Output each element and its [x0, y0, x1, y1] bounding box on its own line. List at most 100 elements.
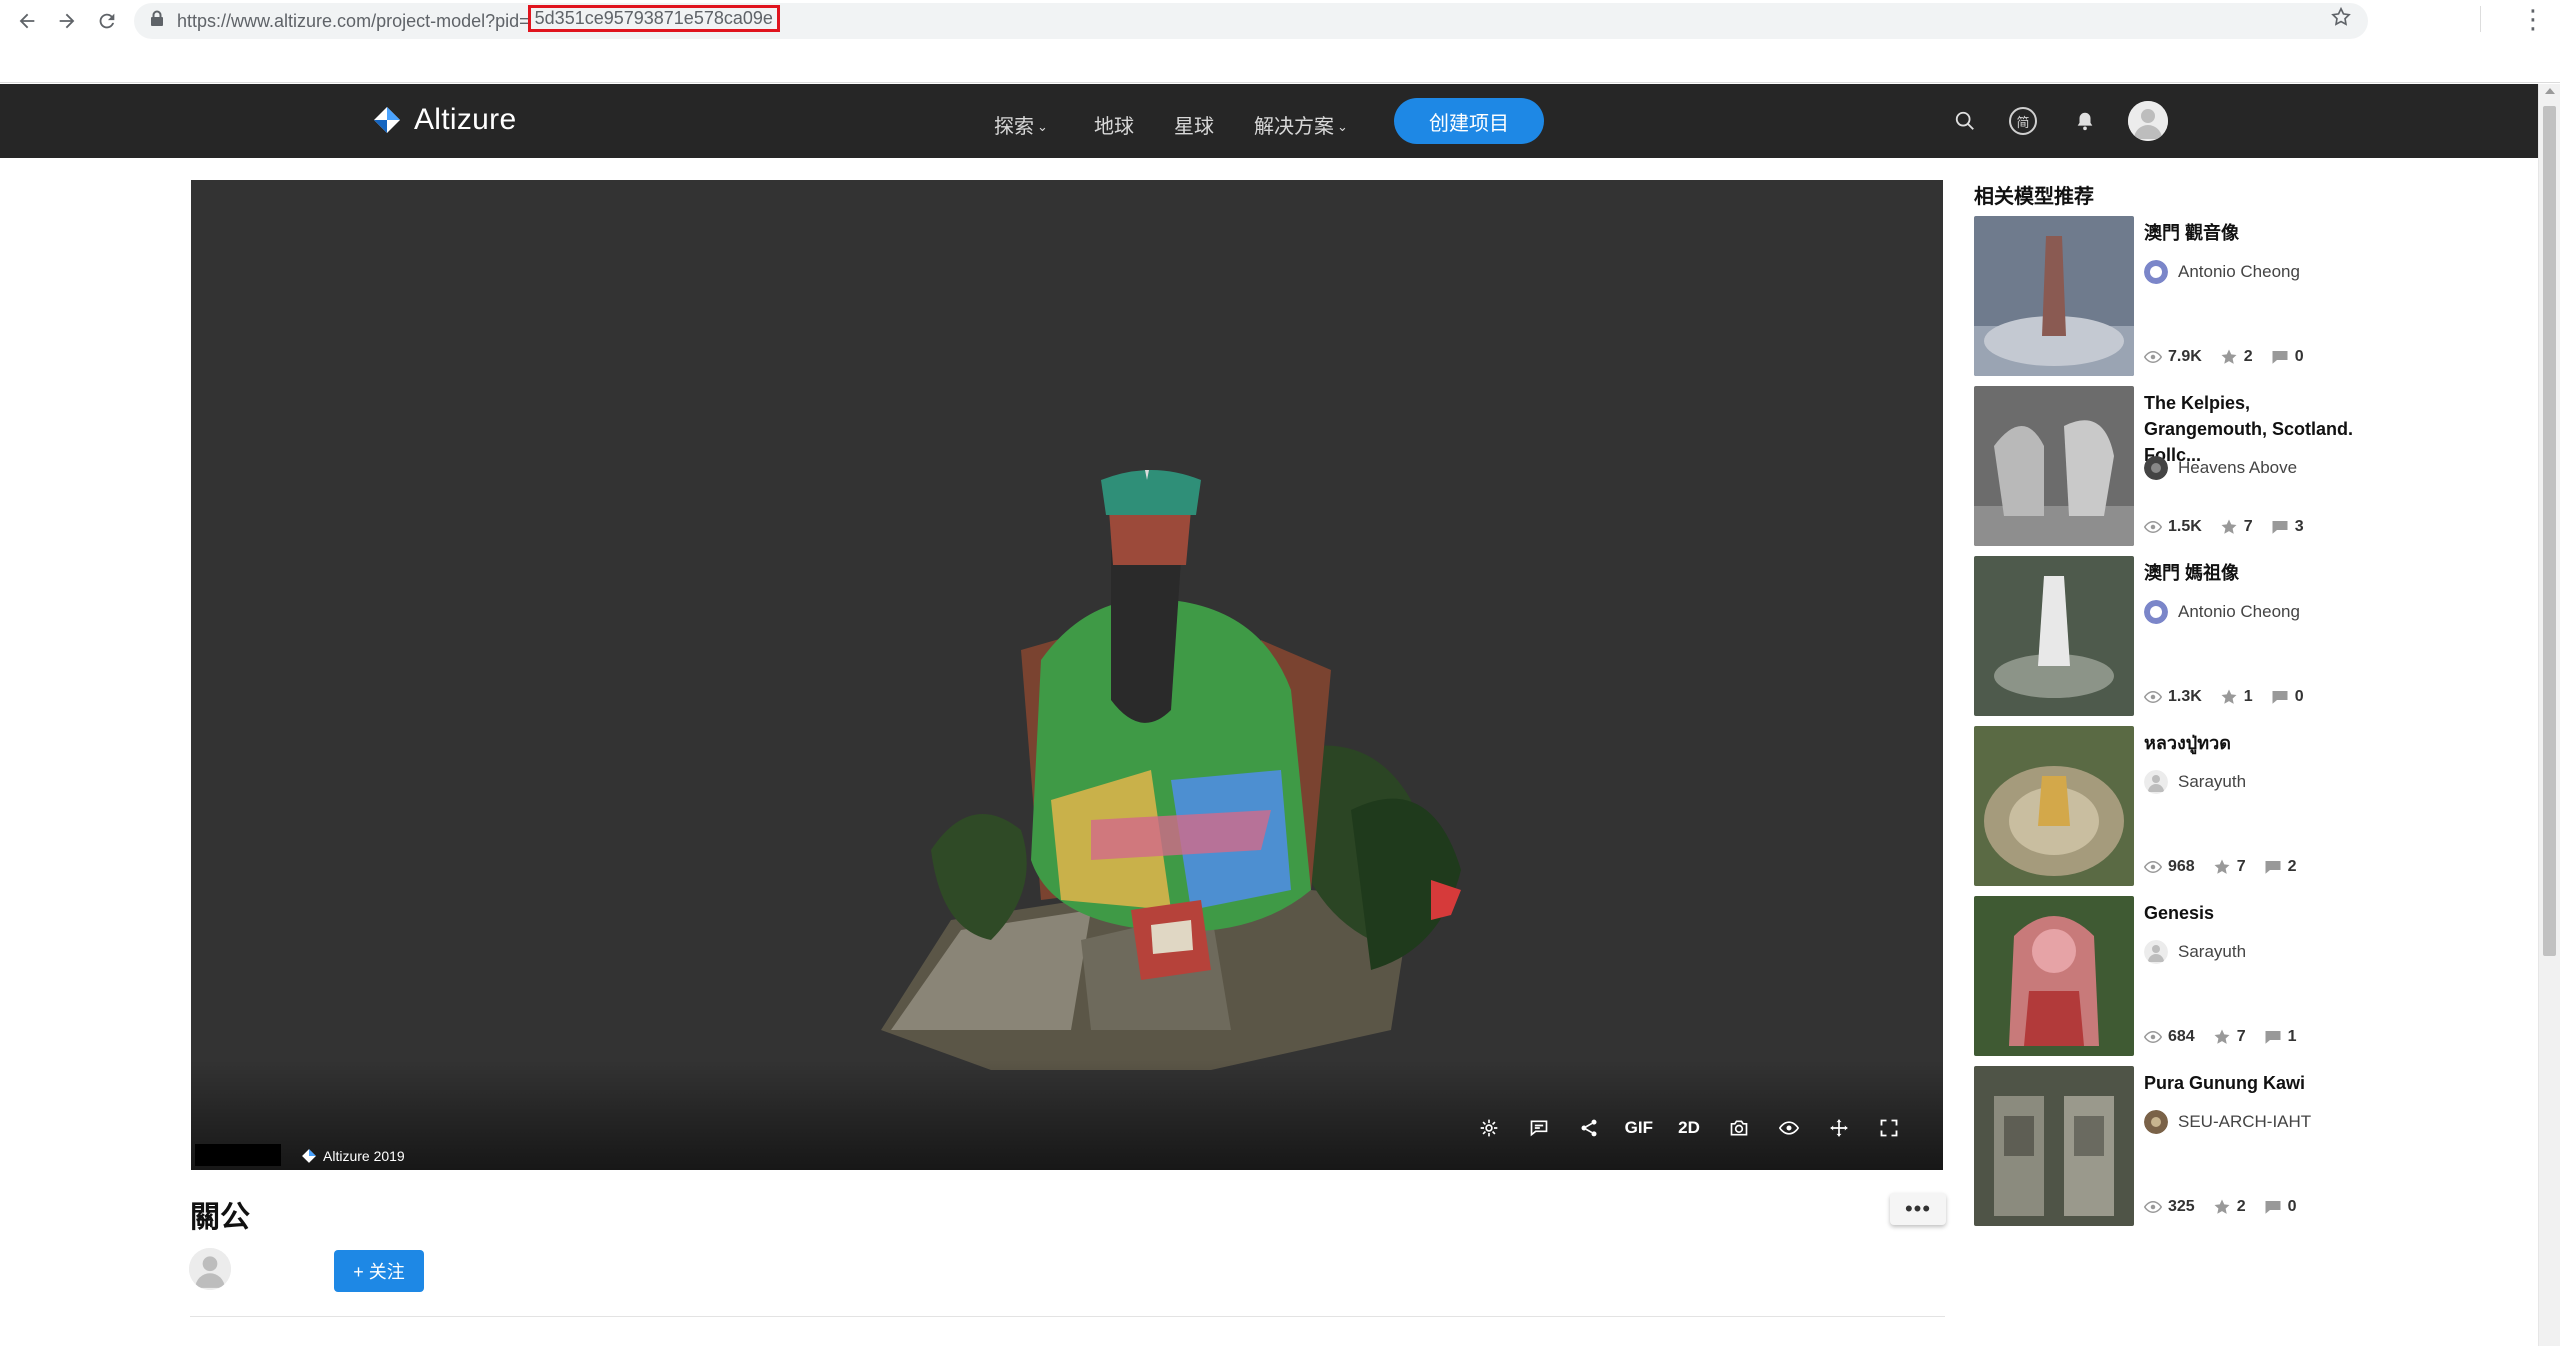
fullscreen-icon[interactable] — [1875, 1114, 1903, 1142]
stars-stat: 7 — [2213, 1028, 2246, 1046]
user-avatar-header[interactable] — [2128, 101, 2168, 141]
stars-stat: 2 — [2213, 1198, 2246, 1216]
nav-earth[interactable]: 地球 — [1094, 110, 1134, 139]
language-switch[interactable]: 简 — [2008, 106, 2038, 136]
nav-solutions-label: 解决方案 — [1254, 116, 1334, 138]
settings-gear-icon[interactable] — [1475, 1114, 1503, 1142]
related-model-author[interactable]: Heavens Above — [2144, 456, 2297, 480]
altizure-logo[interactable]: Altizure — [372, 103, 516, 137]
model-thumbnail — [1974, 386, 2134, 546]
comment-icon — [2272, 521, 2288, 534]
create-project-button[interactable]: 创建项目 — [1394, 98, 1544, 144]
related-model-title[interactable]: 澳門 媽祖像 — [2144, 560, 2354, 586]
search-icon[interactable] — [1950, 106, 1980, 136]
views-count: 968 — [2168, 858, 2195, 875]
related-model-card[interactable]: The Kelpies, Grangemouth, Scotland. Foll… — [1974, 386, 2354, 546]
brand-name: Altizure — [414, 103, 517, 136]
camera-icon[interactable] — [1725, 1114, 1753, 1142]
follow-button[interactable]: + 关注 — [334, 1250, 424, 1292]
eye-icon[interactable] — [1775, 1114, 1803, 1142]
eye-icon — [2144, 691, 2162, 703]
comment-icon[interactable] — [1525, 1114, 1553, 1142]
related-model-author[interactable]: SEU-ARCH-IAHT — [2144, 1110, 2311, 1134]
related-model-title[interactable]: หลวงปู่ทวด — [2144, 730, 2354, 756]
scroll-up-arrow-icon[interactable] — [2545, 88, 2555, 94]
stars-stat: 7 — [2213, 858, 2246, 876]
url-pid-highlight: 5d351ce95793871e578ca09e — [527, 5, 780, 32]
author-avatar-icon — [2144, 600, 2168, 624]
model-viewer[interactable]: GIF 2D Altizure 2019 — [191, 180, 1943, 1170]
related-model-author[interactable]: Antonio Cheong — [2144, 260, 2300, 284]
browser-chrome: https://www.altizure.com/project-model?p… — [0, 0, 2560, 83]
url-text[interactable]: https://www.altizure.com/project-model?p… — [177, 5, 780, 35]
comments-count: 0 — [2294, 688, 2304, 705]
eye-icon — [2144, 1031, 2162, 1043]
comments-stat: 1 — [2264, 1028, 2297, 1046]
comments-count: 3 — [2294, 518, 2304, 535]
related-model-author[interactable]: Antonio Cheong — [2144, 600, 2300, 624]
nav-earth-label: 地球 — [1094, 116, 1134, 138]
related-model-title[interactable]: 澳門 觀音像 — [2144, 220, 2354, 246]
owner-avatar[interactable] — [189, 1248, 231, 1290]
more-options-button[interactable]: ••• — [1890, 1193, 1946, 1225]
related-model-card[interactable]: 澳門 媽祖像 Antonio Cheong 1.3K 1 0 — [1974, 556, 2354, 716]
toolbar-divider — [2480, 6, 2481, 32]
related-model-stats: 325 2 0 — [2144, 1198, 2315, 1216]
related-model-card[interactable]: หลวงปู่ทวด Sarayuth 968 7 2 — [1974, 726, 2354, 886]
related-model-card[interactable]: 澳門 觀音像 Antonio Cheong 7.9K 2 0 — [1974, 216, 2354, 376]
related-model-stats: 684 7 1 — [2144, 1028, 2315, 1046]
move-icon[interactable] — [1825, 1114, 1853, 1142]
gif-button[interactable]: GIF — [1625, 1114, 1653, 1142]
nav-explore[interactable]: 探索 ⌄ — [994, 110, 1048, 139]
scrollbar-thumb[interactable] — [2543, 106, 2556, 956]
author-name: SEU-ARCH-IAHT — [2178, 1112, 2312, 1131]
related-model-title[interactable]: Pura Gunung Kawi — [2144, 1070, 2354, 1096]
related-model-author[interactable]: Sarayuth — [2144, 940, 2246, 964]
views-count: 1.5K — [2168, 518, 2202, 535]
back-arrow-icon[interactable] — [10, 4, 44, 38]
eye-icon — [2144, 521, 2162, 533]
views-stat: 7.9K — [2144, 348, 2202, 366]
author-avatar-icon — [2144, 456, 2168, 480]
nav-explore-label: 探索 — [994, 116, 1034, 138]
comments-count: 0 — [2287, 1198, 2297, 1215]
altizure-logo-icon — [374, 107, 400, 133]
statue-model-render — [881, 470, 1461, 1070]
project-title: 關公 — [190, 1201, 250, 1234]
comments-stat: 2 — [2264, 858, 2297, 876]
star-icon — [2221, 519, 2237, 534]
bell-icon[interactable] — [2070, 106, 2100, 136]
viewer-credit: Altizure 2019 — [301, 1148, 405, 1164]
related-model-stats: 1.5K 7 3 — [2144, 518, 2322, 536]
nav-planet[interactable]: 星球 — [1174, 110, 1214, 139]
user-avatar-icon — [2128, 101, 2168, 141]
stars-stat: 1 — [2220, 688, 2253, 706]
comment-icon — [2265, 861, 2281, 874]
bookmark-star-icon[interactable] — [2330, 4, 2352, 35]
related-model-card[interactable]: Pura Gunung Kawi SEU-ARCH-IAHT 325 2 0 — [1974, 1066, 2354, 1226]
2d-view-button[interactable]: 2D — [1675, 1114, 1703, 1142]
author-name: Antonio Cheong — [2178, 602, 2300, 621]
share-icon[interactable] — [1575, 1114, 1603, 1142]
comments-count: 1 — [2287, 1028, 2297, 1045]
forward-arrow-icon[interactable] — [50, 4, 84, 38]
page-scrollbar[interactable] — [2538, 84, 2560, 1346]
nav-solutions[interactable]: 解决方案 ⌄ — [1254, 110, 1348, 139]
author-name: Antonio Cheong — [2178, 262, 2300, 281]
stars-count: 7 — [2236, 1028, 2246, 1045]
redacted-box — [195, 1144, 281, 1166]
related-model-author[interactable]: Sarayuth — [2144, 770, 2246, 794]
model-thumbnail — [1974, 216, 2134, 376]
browser-menu-icon[interactable]: ⋮ — [2520, 2, 2546, 36]
views-count: 1.3K — [2168, 688, 2202, 705]
stars-count: 1 — [2243, 688, 2253, 705]
views-stat: 1.3K — [2144, 688, 2202, 706]
related-model-card[interactable]: Genesis Sarayuth 684 7 1 — [1974, 896, 2354, 1056]
language-badge: 简 — [2009, 107, 2037, 135]
url-prefix: https://www.altizure.com/project-model?p… — [177, 11, 530, 31]
eye-icon — [2144, 351, 2162, 363]
related-model-title[interactable]: Genesis — [2144, 900, 2354, 926]
reload-icon[interactable] — [90, 4, 124, 38]
views-stat: 325 — [2144, 1198, 2195, 1216]
views-stat: 1.5K — [2144, 518, 2202, 536]
